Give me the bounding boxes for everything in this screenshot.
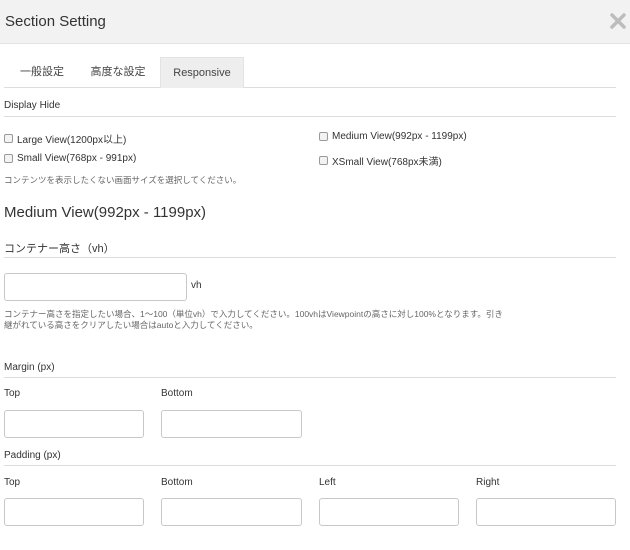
xsmall-view-checkbox[interactable]: XSmall View(768px未満) bbox=[319, 153, 442, 168]
padding-top-input[interactable] bbox=[4, 498, 144, 526]
padding-left-label: Left bbox=[319, 477, 336, 488]
vh-unit-label: vh bbox=[191, 280, 202, 291]
padding-top-label: Top bbox=[4, 477, 21, 488]
divider bbox=[4, 257, 616, 258]
padding-right-label: Right bbox=[476, 477, 500, 488]
padding-heading: Padding (px) bbox=[4, 450, 61, 461]
display-hide-help: コンテンツを表示したくない画面サイズを選択してください。 bbox=[4, 175, 242, 185]
container-height-help-line2: 継がれている高さをクリアしたい場合はautoと入力してください。 bbox=[4, 320, 258, 330]
margin-top-label: Top bbox=[4, 388, 21, 399]
margin-bottom-label: Bottom bbox=[161, 388, 193, 399]
container-height-help-line1: コンテナー高さを指定したい場合、1～100（単位vh）で入力してください。100… bbox=[4, 309, 503, 319]
tab-bar: 一般設定 高度な設定 Responsive bbox=[4, 57, 616, 88]
container-height-input[interactable] bbox=[4, 273, 187, 301]
large-view-label: Large View(1200px以上) bbox=[17, 135, 127, 146]
divider bbox=[4, 377, 616, 378]
container-height-heading: コンテナー高さ（vh） bbox=[4, 243, 115, 255]
tab-responsive[interactable]: Responsive bbox=[160, 57, 244, 88]
margin-top-input[interactable] bbox=[4, 410, 144, 438]
checkbox-box[interactable] bbox=[319, 156, 328, 165]
dialog-header: Section Setting bbox=[0, 0, 630, 44]
display-hide-heading: Display Hide bbox=[4, 100, 61, 111]
medium-view-label: Medium View(992px - 1199px) bbox=[332, 131, 467, 142]
padding-left-input[interactable] bbox=[319, 498, 459, 526]
checkbox-box[interactable] bbox=[319, 132, 328, 141]
dialog-title: Section Setting bbox=[5, 13, 106, 30]
divider bbox=[4, 116, 616, 117]
padding-right-input[interactable] bbox=[476, 498, 616, 526]
checkbox-box[interactable] bbox=[4, 134, 13, 143]
divider bbox=[4, 465, 616, 466]
padding-bottom-input[interactable] bbox=[161, 498, 302, 526]
medium-view-checkbox[interactable]: Medium View(992px - 1199px) bbox=[319, 131, 467, 142]
tab-general[interactable]: 一般設定 bbox=[12, 57, 72, 88]
large-view-checkbox[interactable]: Large View(1200px以上) bbox=[4, 131, 126, 146]
small-view-checkbox[interactable]: Small View(768px - 991px) bbox=[4, 153, 136, 164]
margin-bottom-input[interactable] bbox=[161, 410, 302, 438]
margin-heading: Margin (px) bbox=[4, 362, 55, 373]
tab-advanced[interactable]: 高度な設定 bbox=[83, 57, 153, 88]
view-heading: Medium View(992px - 1199px) bbox=[4, 204, 207, 221]
small-view-label: Small View(768px - 991px) bbox=[17, 153, 137, 164]
close-icon[interactable] bbox=[608, 9, 628, 33]
checkbox-box[interactable] bbox=[4, 154, 13, 163]
xsmall-view-label: XSmall View(768px未満) bbox=[332, 157, 442, 168]
padding-bottom-label: Bottom bbox=[161, 477, 193, 488]
